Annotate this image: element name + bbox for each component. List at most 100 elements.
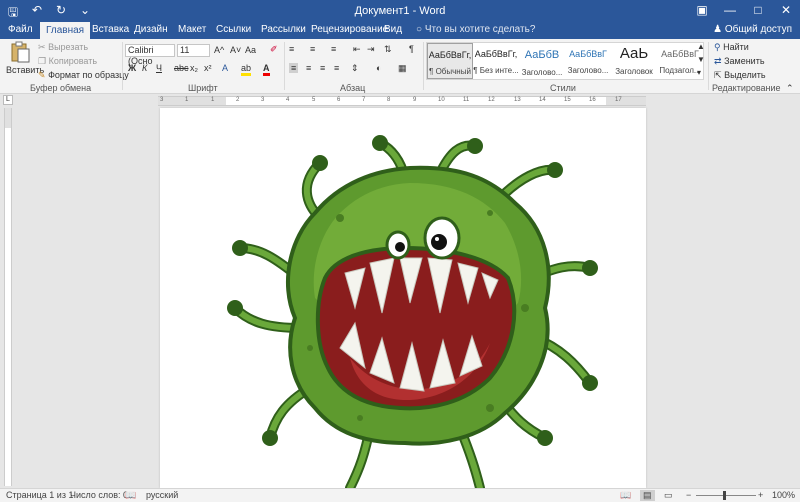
- replace-button[interactable]: ⇄ Заменить: [714, 56, 765, 67]
- status-bar: Страница 1 из 1 Число слов: 0 📖 русский …: [0, 488, 800, 502]
- select-button[interactable]: ⇱ Выделить: [714, 70, 766, 81]
- ruler-tick-label: 4: [286, 97, 290, 103]
- ruler-left-margin: [158, 97, 226, 105]
- clear-format-icon[interactable]: ✐: [270, 44, 278, 55]
- underline-button[interactable]: Ч: [156, 63, 162, 73]
- tab-insert[interactable]: Вставка: [92, 24, 129, 35]
- font-size-combo[interactable]: 11: [177, 44, 210, 57]
- bullets-icon[interactable]: ≡: [289, 44, 294, 54]
- style-name: Заголово...: [567, 66, 609, 75]
- close-icon[interactable]: ✕: [772, 0, 800, 22]
- align-center-icon[interactable]: ≡: [306, 63, 311, 73]
- zoom-level[interactable]: 100%: [772, 490, 795, 500]
- decrease-indent-icon[interactable]: ⇤: [353, 44, 361, 55]
- gallery-up-icon[interactable]: ▲: [697, 42, 705, 51]
- align-right-icon[interactable]: ≡: [320, 63, 325, 73]
- ribbon: Вставить ✂ Вырезать ❐ Копировать ✎ Форма…: [0, 39, 800, 94]
- collapse-ribbon-icon[interactable]: ⌃: [786, 83, 794, 94]
- divider: [122, 42, 123, 90]
- numbering-icon[interactable]: ≡: [310, 44, 315, 54]
- share-button[interactable]: ♟ Общий доступ: [713, 24, 792, 35]
- style-sample: АаБбВвГг,: [428, 50, 472, 60]
- language-label[interactable]: русский: [146, 490, 178, 500]
- format-painter-button[interactable]: ✎ Формат по образцу: [38, 70, 129, 81]
- zoom-out-icon[interactable]: −: [686, 490, 691, 500]
- font-color-icon[interactable]: A: [263, 63, 270, 76]
- increase-indent-icon[interactable]: ⇥: [367, 44, 375, 55]
- justify-icon[interactable]: ≡: [334, 63, 339, 73]
- print-layout-icon[interactable]: ▤: [640, 490, 655, 501]
- cut-label: Вырезать: [48, 42, 89, 52]
- tab-file[interactable]: Файл: [8, 24, 33, 35]
- italic-button[interactable]: К: [142, 63, 147, 73]
- virus-cartoon-image[interactable]: [160, 108, 646, 488]
- show-marks-icon[interactable]: ¶: [409, 44, 414, 54]
- ribbon-display-icon[interactable]: ▣: [688, 0, 716, 22]
- font-group-label: Шрифт: [188, 83, 218, 93]
- style-heading-2[interactable]: АаБбВвГ Заголово...: [565, 43, 611, 79]
- grow-font-button[interactable]: A^: [214, 45, 224, 55]
- tab-design[interactable]: Дизайн: [134, 24, 168, 35]
- ruler-tick-label: 1: [185, 97, 189, 103]
- shrink-font-button[interactable]: A˅: [230, 45, 241, 55]
- style-name: Заголовок: [615, 67, 653, 76]
- minimize-icon[interactable]: —: [716, 0, 744, 22]
- zoom-in-icon[interactable]: +: [758, 490, 763, 500]
- align-left-icon[interactable]: ≡: [289, 63, 299, 73]
- proofing-icon[interactable]: 📖: [125, 490, 136, 501]
- window-controls: ▣ — □ ✕: [688, 0, 800, 22]
- style-name: ¶ Обычный: [429, 67, 471, 76]
- web-layout-icon[interactable]: ▭: [664, 490, 673, 501]
- tab-references[interactable]: Ссылки: [216, 24, 251, 35]
- zoom-slider[interactable]: [696, 495, 756, 496]
- copy-button[interactable]: ❐ Копировать: [38, 56, 97, 67]
- lightbulb-icon: ○: [416, 24, 423, 35]
- gallery-more-icon[interactable]: ▾: [697, 68, 701, 77]
- find-button[interactable]: ⚲ Найти: [714, 42, 749, 53]
- read-mode-icon[interactable]: 📖: [620, 490, 631, 501]
- style-normal[interactable]: АаБбВвГг, ¶ Обычный: [427, 43, 473, 79]
- page-count[interactable]: Страница 1 из 1: [6, 490, 73, 500]
- line-spacing-icon[interactable]: ⇕: [351, 63, 359, 74]
- style-title[interactable]: АаЬ Заголовок: [611, 43, 657, 79]
- tab-layout[interactable]: Макет: [178, 24, 206, 35]
- tab-view[interactable]: Вид: [384, 24, 402, 35]
- horizontal-ruler[interactable]: 3 1 1 2 3 4 5 6 7 8 9 10 11 12 13 14 15 16 17: [158, 96, 646, 106]
- tell-me-text: Что вы хотите сделать?: [424, 24, 536, 35]
- ruler-tick-label: 1: [211, 97, 215, 103]
- highlight-icon[interactable]: ab: [241, 63, 252, 76]
- font-name-combo[interactable]: Calibri (Осно: [125, 44, 175, 66]
- tell-me-box[interactable]: ○ Что вы хотите сделать?: [416, 24, 535, 35]
- change-case-button[interactable]: Aa: [245, 45, 256, 55]
- cursor-icon: ⇱: [714, 70, 722, 80]
- gallery-down-icon[interactable]: ▼: [697, 55, 705, 64]
- zoom-slider-thumb[interactable]: [723, 491, 726, 500]
- person-icon: ♟: [713, 24, 723, 35]
- tab-selector-icon[interactable]: L: [3, 95, 13, 105]
- strikethrough-button[interactable]: abc: [174, 63, 189, 73]
- subscript-button[interactable]: x₂: [190, 63, 198, 73]
- word-count[interactable]: Число слов: 0: [70, 490, 128, 500]
- styles-group-label: Стили: [550, 83, 576, 93]
- search-icon: ⚲: [714, 42, 721, 52]
- superscript-button[interactable]: x²: [204, 63, 212, 73]
- maximize-icon[interactable]: □: [744, 0, 772, 22]
- cut-button[interactable]: ✂ Вырезать: [38, 42, 88, 53]
- style-no-spacing[interactable]: АаБбВвГг, ¶ Без инте...: [473, 43, 519, 79]
- bold-button[interactable]: Ж: [128, 63, 136, 73]
- paste-button[interactable]: Вставить: [6, 41, 44, 79]
- tab-review[interactable]: Рецензирование: [311, 24, 388, 35]
- tab-mailings[interactable]: Рассылки: [261, 24, 306, 35]
- vertical-ruler[interactable]: [4, 108, 12, 486]
- tab-home[interactable]: Главная: [40, 22, 91, 39]
- text-effects-icon[interactable]: A: [222, 63, 228, 73]
- sort-icon[interactable]: ⇅: [384, 44, 392, 55]
- document-page[interactable]: [160, 108, 646, 488]
- window-title: Документ1 - Word: [354, 5, 446, 17]
- borders-icon[interactable]: ▦: [398, 63, 407, 74]
- divider: [284, 42, 285, 90]
- paragraph-group-label: Абзац: [340, 83, 366, 93]
- shading-icon[interactable]: ◐: [376, 63, 381, 73]
- multilevel-list-icon[interactable]: ≡: [331, 44, 336, 54]
- style-heading-1[interactable]: АаБбВ Заголово...: [519, 43, 565, 79]
